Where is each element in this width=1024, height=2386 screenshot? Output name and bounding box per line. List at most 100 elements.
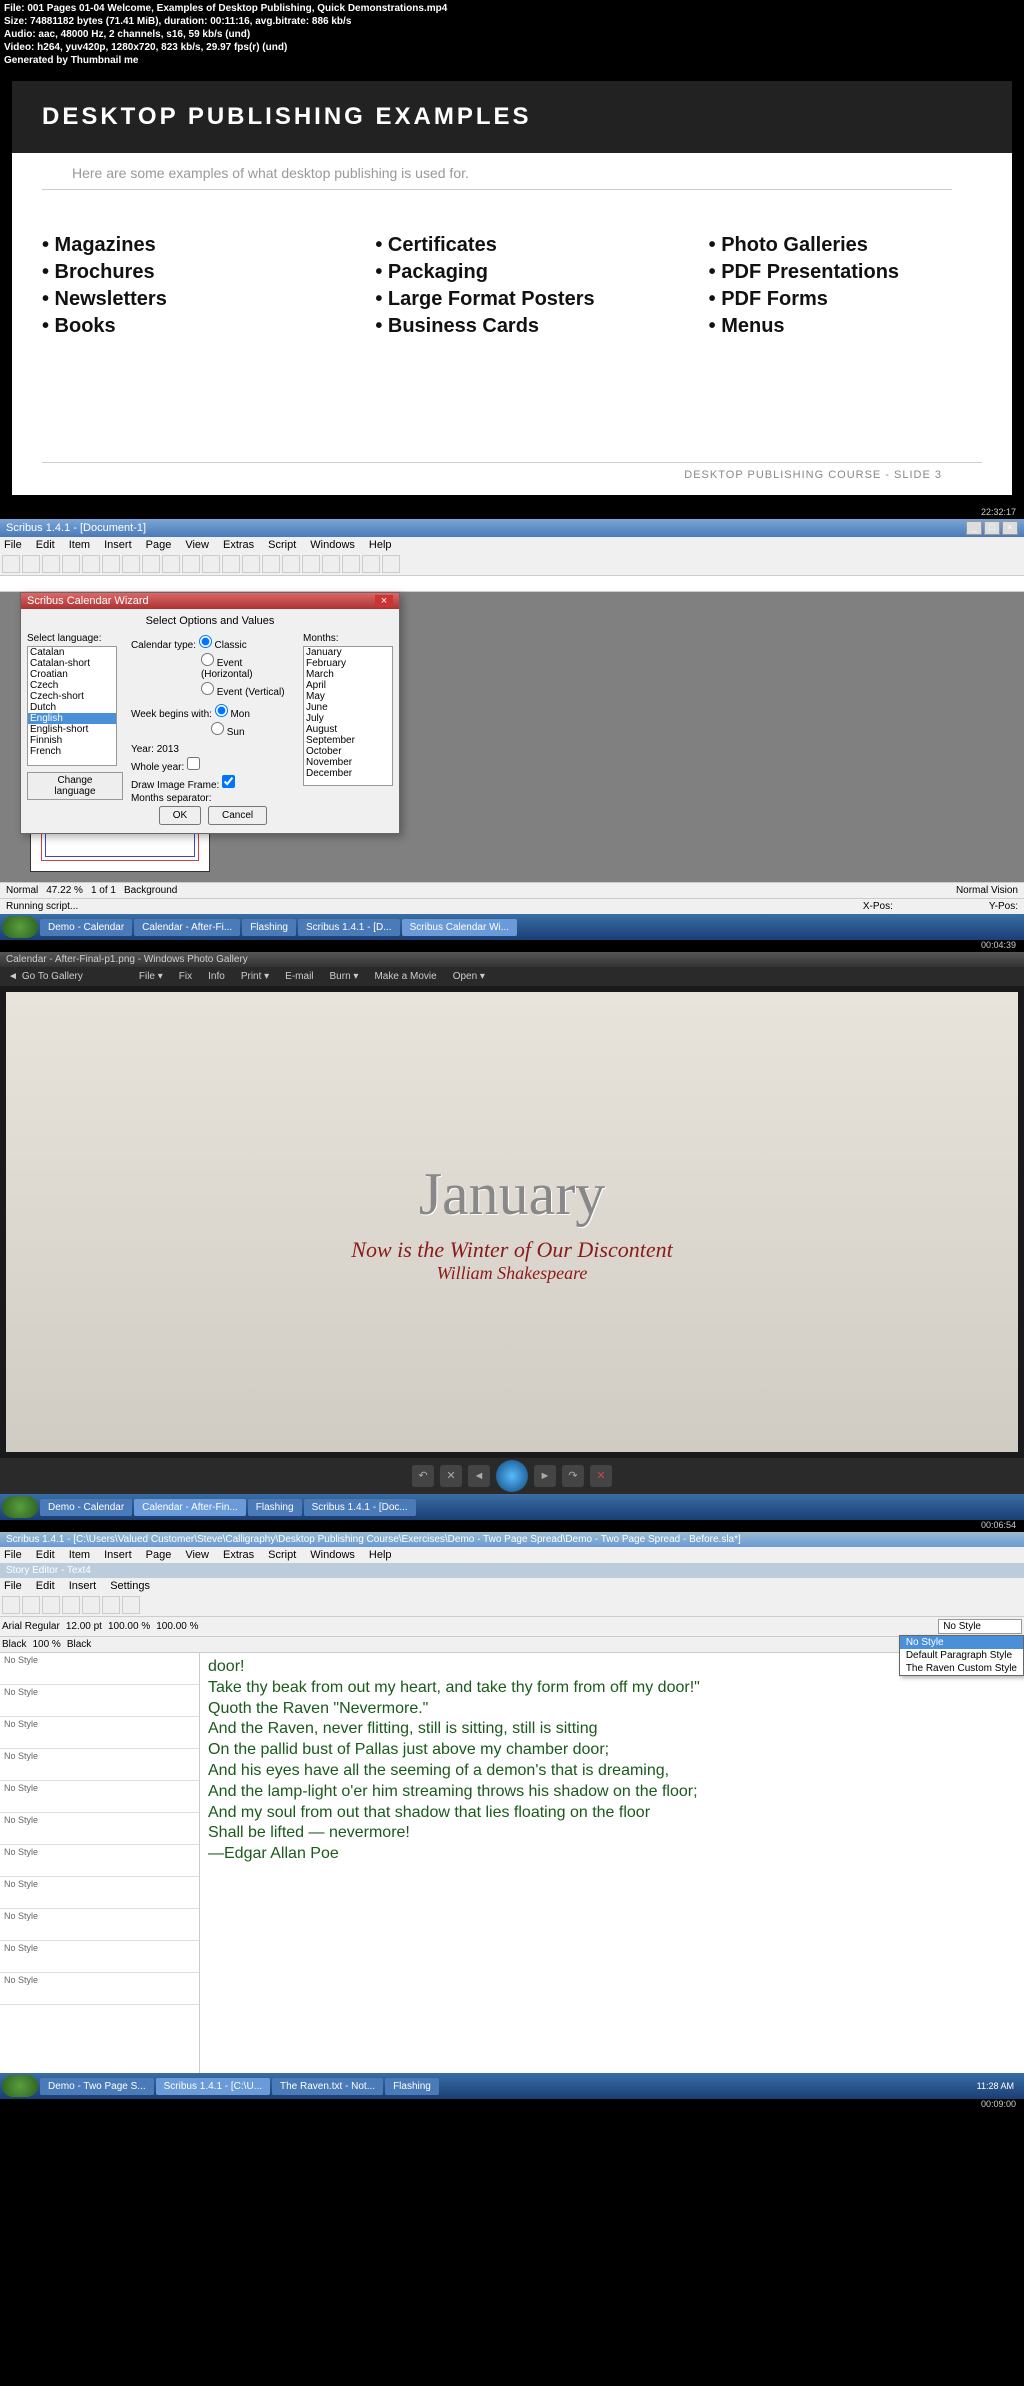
menu-fix[interactable]: Fix xyxy=(179,971,192,982)
tool-button[interactable] xyxy=(282,555,300,573)
tool-button[interactable] xyxy=(102,555,120,573)
start-button[interactable] xyxy=(2,1496,38,1518)
menu-help[interactable]: Help xyxy=(369,539,392,551)
style-select[interactable]: No Style xyxy=(938,1619,1022,1634)
tool-button[interactable] xyxy=(122,555,140,573)
document-canvas[interactable]: Scribus Calendar Wizard × Select Options… xyxy=(0,592,1024,882)
list-item[interactable]: October xyxy=(304,746,392,757)
close-icon[interactable]: ✕ xyxy=(590,1465,612,1487)
zoom-level[interactable]: 47.22 % xyxy=(46,885,83,896)
tool-button[interactable] xyxy=(322,555,340,573)
vision-mode[interactable]: Normal Vision xyxy=(956,885,1018,896)
whole-year-checkbox[interactable] xyxy=(187,757,200,770)
style-cell[interactable]: No Style xyxy=(0,1781,199,1813)
taskbar-item[interactable]: Demo - Two Page S... xyxy=(40,2078,154,2095)
menu-windows[interactable]: Windows xyxy=(310,1549,355,1561)
menu-file[interactable]: File xyxy=(4,539,22,551)
tool-button[interactable] xyxy=(2,555,20,573)
taskbar-item[interactable]: Calendar - After-Fi... xyxy=(134,919,240,936)
back-button[interactable]: ◄ Go To Gallery xyxy=(8,971,83,982)
tool-button[interactable] xyxy=(122,1596,140,1614)
tool-button[interactable] xyxy=(62,1596,80,1614)
play-button[interactable] xyxy=(496,1460,528,1492)
menu-open[interactable]: Open ▾ xyxy=(453,971,485,982)
menu-file[interactable]: File xyxy=(4,1580,22,1592)
taskbar-item[interactable]: Demo - Calendar xyxy=(40,919,132,936)
color-select[interactable]: Black xyxy=(67,1639,91,1650)
cancel-button[interactable]: Cancel xyxy=(208,806,267,825)
maximize-button[interactable]: □ xyxy=(984,521,1000,535)
tool-button[interactable] xyxy=(262,555,280,573)
menu-page[interactable]: Page xyxy=(146,539,172,551)
dropdown-item[interactable]: The Raven Custom Style xyxy=(900,1662,1023,1675)
dropdown-item[interactable]: Default Paragraph Style xyxy=(900,1649,1023,1662)
shade-value[interactable]: 100 % xyxy=(32,1639,60,1650)
list-item[interactable]: Catalan xyxy=(28,647,116,658)
sun-radio[interactable] xyxy=(211,722,224,735)
list-item[interactable]: Catalan-short xyxy=(28,658,116,669)
list-item[interactable]: English-short xyxy=(28,724,116,735)
list-item[interactable]: May xyxy=(304,691,392,702)
menu-script[interactable]: Script xyxy=(268,539,296,551)
list-item[interactable]: August xyxy=(304,724,392,735)
tool-button[interactable] xyxy=(2,1596,20,1614)
style-cell[interactable]: No Style xyxy=(0,1685,199,1717)
delete-button[interactable]: ✕ xyxy=(440,1465,462,1487)
menu-view[interactable]: View xyxy=(185,1549,209,1561)
menu-insert[interactable]: Insert xyxy=(69,1580,97,1592)
menu-extras[interactable]: Extras xyxy=(223,539,254,551)
close-button[interactable]: × xyxy=(1002,521,1018,535)
tool-button[interactable] xyxy=(302,555,320,573)
tool-button[interactable] xyxy=(62,555,80,573)
layer-select[interactable]: Background xyxy=(124,885,177,896)
list-item[interactable]: September xyxy=(304,735,392,746)
taskbar-item[interactable]: Scribus 1.4.1 - [D... xyxy=(298,919,400,936)
taskbar-item-active[interactable]: Scribus Calendar Wi... xyxy=(402,919,517,936)
list-item[interactable]: Czech xyxy=(28,680,116,691)
next-button[interactable]: ► xyxy=(534,1465,556,1487)
menu-insert[interactable]: Insert xyxy=(104,1549,132,1561)
menu-windows[interactable]: Windows xyxy=(310,539,355,551)
image-frame-checkbox[interactable] xyxy=(222,775,235,788)
menu-extras[interactable]: Extras xyxy=(223,1549,254,1561)
style-cell[interactable]: No Style xyxy=(0,1749,199,1781)
start-button[interactable] xyxy=(2,2075,38,2097)
tool-button[interactable] xyxy=(102,1596,120,1614)
taskbar-item-active[interactable]: Calendar - After-Fin... xyxy=(134,1499,246,1516)
start-button[interactable] xyxy=(2,916,38,938)
style-cell[interactable]: No Style xyxy=(0,1653,199,1685)
style-cell[interactable]: No Style xyxy=(0,1813,199,1845)
tool-button[interactable] xyxy=(22,1596,40,1614)
tool-button[interactable] xyxy=(42,1596,60,1614)
tool-button[interactable] xyxy=(22,555,40,573)
list-item[interactable]: French xyxy=(28,746,116,757)
style-cell[interactable]: No Style xyxy=(0,1717,199,1749)
view-mode[interactable]: Normal xyxy=(6,885,38,896)
taskbar-item[interactable]: The Raven.txt - Not... xyxy=(272,2078,383,2095)
list-item[interactable]: Dutch xyxy=(28,702,116,713)
pv-title-bar[interactable]: Calendar - After-Final-p1.png - Windows … xyxy=(0,952,1024,967)
taskbar-item[interactable]: Demo - Calendar xyxy=(40,1499,132,1516)
se-title-bar[interactable]: Scribus 1.4.1 - [C:\Users\Valued Custome… xyxy=(0,1532,1024,1547)
font-select[interactable]: Arial Regular xyxy=(2,1621,60,1632)
menu-script[interactable]: Script xyxy=(268,1549,296,1561)
tool-button[interactable] xyxy=(362,555,380,573)
style-cell[interactable]: No Style xyxy=(0,1909,199,1941)
taskbar-item[interactable]: Flashing xyxy=(242,919,296,936)
list-item[interactable]: January xyxy=(304,647,392,658)
taskbar-clock[interactable]: 11:28 AM xyxy=(969,2081,1022,2091)
style-cell[interactable]: No Style xyxy=(0,1845,199,1877)
menu-file[interactable]: File xyxy=(4,1549,22,1561)
tool-button[interactable] xyxy=(82,1596,100,1614)
event-v-radio[interactable] xyxy=(201,682,214,695)
change-language-button[interactable]: Change language xyxy=(27,772,123,800)
list-item[interactable]: June xyxy=(304,702,392,713)
dialog-close-button[interactable]: × xyxy=(375,595,393,607)
menu-file[interactable]: File ▾ xyxy=(139,971,163,982)
prev-button[interactable]: ◄ xyxy=(468,1465,490,1487)
menu-item[interactable]: Item xyxy=(69,539,90,551)
story-text-area[interactable]: door! Take thy beak from out my heart, a… xyxy=(200,1653,1024,2073)
tool-button[interactable] xyxy=(182,555,200,573)
taskbar-item[interactable]: Flashing xyxy=(385,2078,439,2095)
menu-item[interactable]: Item xyxy=(69,1549,90,1561)
